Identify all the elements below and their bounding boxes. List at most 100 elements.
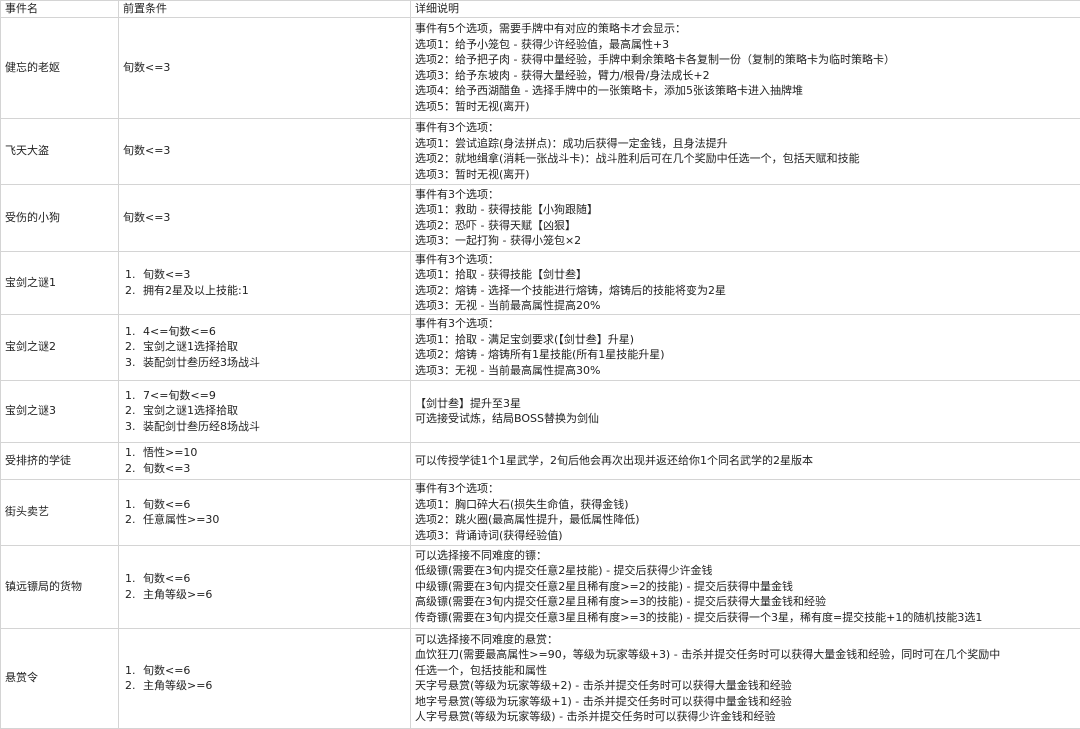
event-name-cell[interactable]: 受伤的小狗 <box>1 184 119 251</box>
description-line: 选项2：恐吓 - 获得天赋【凶狠】 <box>415 218 1076 234</box>
description-line: 事件有3个选项： <box>415 252 1076 268</box>
condition-number: 2. <box>125 587 143 603</box>
description-cell[interactable]: 事件有3个选项：选项1：胸口碎大石(损失生命值，获得金钱)选项2：跳火圈(最高属… <box>411 479 1080 545</box>
condition-item: 1.4<=旬数<=6 <box>123 324 406 340</box>
table-row: 飞天大盗旬数<=3事件有3个选项：选项1：尝试追踪(身法拼点)：成功后获得一定金… <box>1 118 1080 184</box>
description-cell[interactable]: 事件有3个选项：选项1：拾取 - 获得技能【剑廿叁】选项2：熔铸 - 选择一个技… <box>411 251 1080 314</box>
condition-text: 旬数<=3 <box>143 462 190 475</box>
description-cell[interactable]: 可以传授学徒1个1星武学，2旬后他会再次出现并返还给你1个同名武学的2星版本 <box>411 442 1080 479</box>
description-line: 事件有3个选项： <box>415 481 1076 497</box>
condition-number: 1. <box>125 388 143 404</box>
description-line: 选项3：无视 - 当前最高属性提高20% <box>415 298 1076 314</box>
table-row: 宝剑之谜31.7<=旬数<=92.宝剑之谜1选择拾取3.装配剑廿叁历经8场战斗【… <box>1 380 1080 442</box>
description-line: 选项1：拾取 - 满足宝剑要求(【剑廿叁】升星) <box>415 332 1076 348</box>
condition-text: 装配剑廿叁历经8场战斗 <box>143 420 260 433</box>
event-name-cell[interactable]: 街头卖艺 <box>1 479 119 545</box>
event-name-cell[interactable]: 健忘的老妪 <box>1 17 119 118</box>
event-name-cell[interactable]: 宝剑之谜2 <box>1 314 119 380</box>
description-cell[interactable]: 事件有5个选项，需要手牌中有对应的策略卡才会显示：选项1：给予小笼包 - 获得少… <box>411 17 1080 118</box>
event-name-cell[interactable]: 悬赏令 <box>1 628 119 728</box>
description-line: 选项2：熔铸 - 熔铸所有1星技能(所有1星技能升星) <box>415 347 1076 363</box>
condition-item: 2.任意属性>=30 <box>123 512 406 528</box>
conditions-cell[interactable]: 旬数<=3 <box>119 184 411 251</box>
header-description[interactable]: 详细说明 <box>411 1 1080 18</box>
conditions-cell[interactable]: 旬数<=3 <box>119 17 411 118</box>
table-row: 街头卖艺1.旬数<=62.任意属性>=30事件有3个选项：选项1：胸口碎大石(损… <box>1 479 1080 545</box>
condition-item: 2.拥有2星及以上技能:1 <box>123 283 406 299</box>
description-line: 人字号悬赏(等级为玩家等级) - 击杀并提交任务时可以获得少许金钱和经验 <box>415 709 1076 725</box>
header-conditions[interactable]: 前置条件 <box>119 1 411 18</box>
description-line: 事件有3个选项： <box>415 316 1076 332</box>
condition-item: 2.主角等级>=6 <box>123 587 406 603</box>
condition-item: 2.旬数<=3 <box>123 461 406 477</box>
description-line: 可以选择接不同难度的镖： <box>415 548 1076 564</box>
description-cell[interactable]: 事件有3个选项：选项1：拾取 - 满足宝剑要求(【剑廿叁】升星)选项2：熔铸 -… <box>411 314 1080 380</box>
description-line: 选项1：尝试追踪(身法拼点)：成功后获得一定金钱，且身法提升 <box>415 136 1076 152</box>
description-cell[interactable]: 事件有3个选项：选项1：救助 - 获得技能【小狗跟随】选项2：恐吓 - 获得天赋… <box>411 184 1080 251</box>
description-line: 传奇镖(需要在3旬内提交任意3星且稀有度>=3的技能) - 提交后获得一个3星，… <box>415 610 1076 626</box>
description-cell[interactable]: 事件有3个选项：选项1：尝试追踪(身法拼点)：成功后获得一定金钱，且身法提升选项… <box>411 118 1080 184</box>
description-cell[interactable]: 可以选择接不同难度的悬赏：血饮狂刀(需要最高属性>=90，等级为玩家等级+3) … <box>411 628 1080 728</box>
condition-number: 1. <box>125 663 143 679</box>
description-line: 选项3：给予东坡肉 - 获得大量经验，臂力/根骨/身法成长+2 <box>415 68 1076 84</box>
description-line: 选项3：暂时无视(离开) <box>415 167 1076 183</box>
condition-text: 主角等级>=6 <box>143 588 212 601</box>
event-name-cell[interactable]: 飞天大盗 <box>1 118 119 184</box>
description-line: 低级镖(需要在3旬内提交任意2星技能) - 提交后获得少许金钱 <box>415 563 1076 579</box>
description-line: 选项2：给予把子肉 - 获得中量经验，手牌中剩余策略卡各复制一份（复制的策略卡为… <box>415 52 1076 68</box>
conditions-cell[interactable]: 1.旬数<=62.任意属性>=30 <box>119 479 411 545</box>
table-row: 宝剑之谜21.4<=旬数<=62.宝剑之谜1选择拾取3.装配剑廿叁历经3场战斗事… <box>1 314 1080 380</box>
event-name-cell[interactable]: 镇远镖局的货物 <box>1 545 119 628</box>
condition-text: 7<=旬数<=9 <box>143 389 216 402</box>
conditions-cell[interactable]: 1.悟性>=102.旬数<=3 <box>119 442 411 479</box>
description-line: 选项1：胸口碎大石(损失生命值，获得金钱) <box>415 497 1076 513</box>
event-name-cell[interactable]: 宝剑之谜1 <box>1 251 119 314</box>
condition-item: 1.旬数<=3 <box>123 267 406 283</box>
table-row: 健忘的老妪旬数<=3 事件有5个选项，需要手牌中有对应的策略卡才会显示：选项1：给… <box>1 17 1080 118</box>
description-line: 【剑廿叁】提升至3星 <box>415 396 1076 412</box>
condition-text: 旬数<=6 <box>143 498 190 511</box>
condition-number: 2. <box>125 678 143 694</box>
description-line: 选项1：给予小笼包 - 获得少许经验值，最高属性+3 <box>415 37 1076 53</box>
condition-number: 1. <box>125 497 143 513</box>
conditions-cell[interactable]: 1.旬数<=62.主角等级>=6 <box>119 628 411 728</box>
condition-number: 3. <box>125 355 143 371</box>
description-line: 事件有5个选项，需要手牌中有对应的策略卡才会显示： <box>415 21 1076 37</box>
conditions-cell[interactable]: 旬数<=3 <box>119 118 411 184</box>
condition-text: 旬数<=3 <box>123 211 170 224</box>
condition-item: 2.主角等级>=6 <box>123 678 406 694</box>
description-line: 事件有3个选项： <box>415 187 1076 203</box>
condition-number: 1. <box>125 445 143 461</box>
condition-text: 宝剑之谜1选择拾取 <box>143 404 238 417</box>
description-cell[interactable]: 可以选择接不同难度的镖：低级镖(需要在3旬内提交任意2星技能) - 提交后获得少… <box>411 545 1080 628</box>
description-line: 天字号悬赏(等级为玩家等级+2) - 击杀并提交任务时可以获得大量金钱和经验 <box>415 678 1076 694</box>
conditions-cell[interactable]: 1.4<=旬数<=62.宝剑之谜1选择拾取3.装配剑廿叁历经3场战斗 <box>119 314 411 380</box>
table-body: 健忘的老妪旬数<=3事件有5个选项，需要手牌中有对应的策略卡才会显示：选项1：给… <box>1 17 1080 728</box>
event-name-cell[interactable]: 受排挤的学徒 <box>1 442 119 479</box>
condition-text: 旬数<=3 <box>123 61 170 74</box>
conditions-list: 1.旬数<=62.主角等级>=6 <box>123 663 406 694</box>
description-line: 选项2：跳火圈(最高属性提升，最低属性降低) <box>415 512 1076 528</box>
condition-number: 2. <box>125 339 143 355</box>
conditions-cell[interactable]: 1.旬数<=32.拥有2星及以上技能:1 <box>119 251 411 314</box>
conditions-cell[interactable]: 1.7<=旬数<=92.宝剑之谜1选择拾取3.装配剑廿叁历经8场战斗 <box>119 380 411 442</box>
description-line: 选项2：熔铸 - 选择一个技能进行熔铸，熔铸后的技能将变为2星 <box>415 283 1076 299</box>
condition-item: 3.装配剑廿叁历经8场战斗 <box>123 419 406 435</box>
description-line: 地字号悬赏(等级为玩家等级+1) - 击杀并提交任务时可以获得中量金钱和经验 <box>415 694 1076 710</box>
description-cell[interactable]: 【剑廿叁】提升至3星可选接受试炼，结局BOSS替换为剑仙 <box>411 380 1080 442</box>
conditions-list: 1.旬数<=62.任意属性>=30 <box>123 497 406 528</box>
description-line: 可选接受试炼，结局BOSS替换为剑仙 <box>415 411 1076 427</box>
condition-text: 装配剑廿叁历经3场战斗 <box>143 356 260 369</box>
description-line: 中级镖(需要在3旬内提交任意2星且稀有度>=2的技能) - 提交后获得中量金钱 <box>415 579 1076 595</box>
condition-text: 旬数<=3 <box>143 268 190 281</box>
event-table: 事件名 前置条件 详细说明 健忘的老妪旬数<=3事件有5个选项，需要手牌中有对应… <box>0 0 1080 729</box>
description-line: 选项3：无视 - 当前最高属性提高30% <box>415 363 1076 379</box>
conditions-list: 1.旬数<=62.主角等级>=6 <box>123 571 406 602</box>
conditions-cell[interactable]: 1.旬数<=62.主角等级>=6 <box>119 545 411 628</box>
event-name-cell[interactable]: 宝剑之谜3 <box>1 380 119 442</box>
condition-number: 1. <box>125 324 143 340</box>
conditions-list: 1.7<=旬数<=92.宝剑之谜1选择拾取3.装配剑廿叁历经8场战斗 <box>123 388 406 435</box>
condition-text: 旬数<=6 <box>143 572 190 585</box>
header-event-name[interactable]: 事件名 <box>1 1 119 18</box>
description-line: 选项4：给予西湖醋鱼 - 选择手牌中的一张策略卡，添加5张该策略卡进入抽牌堆 <box>415 83 1076 99</box>
